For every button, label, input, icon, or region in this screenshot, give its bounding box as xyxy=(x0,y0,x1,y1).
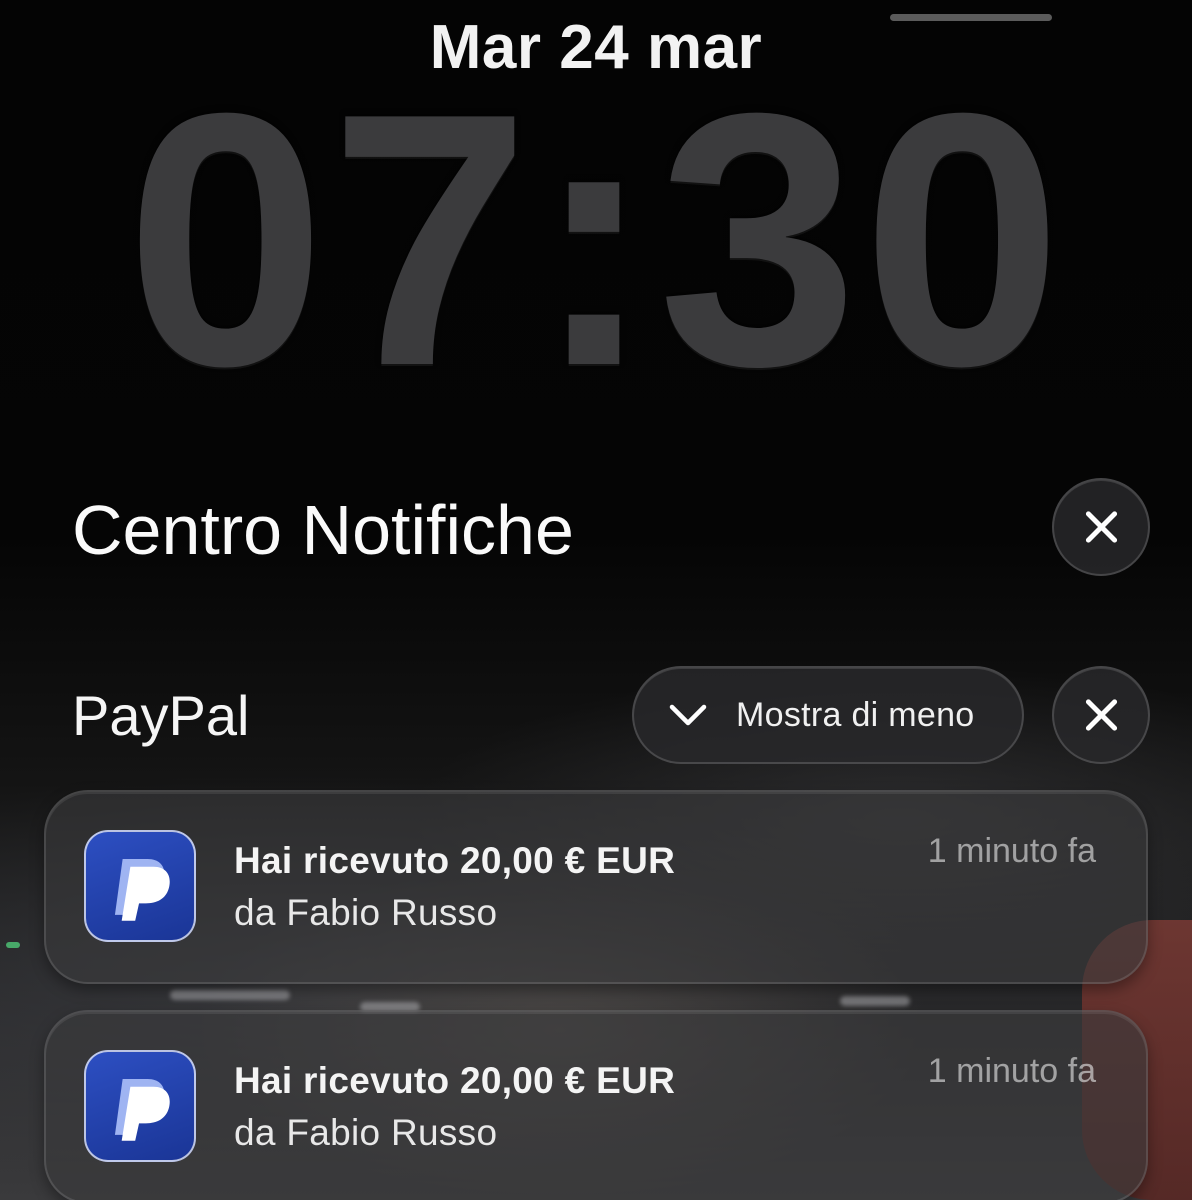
notification-card[interactable]: Hai ricevuto 20,00 € EUR da Fabio Russo … xyxy=(44,1010,1148,1200)
lock-clock: 07:30 xyxy=(125,39,1067,441)
paypal-icon xyxy=(84,830,196,942)
notification-card[interactable]: Hai ricevuto 20,00 € EUR da Fabio Russo … xyxy=(44,790,1148,984)
clear-all-button[interactable] xyxy=(1052,478,1150,576)
paypal-icon xyxy=(84,1050,196,1162)
clear-group-button[interactable] xyxy=(1052,666,1150,764)
close-icon xyxy=(1083,509,1119,545)
close-icon xyxy=(1083,697,1119,733)
show-less-label: Mostra di meno xyxy=(736,695,975,734)
notification-time: 1 minuto fa xyxy=(927,832,1096,870)
notification-time: 1 minuto fa xyxy=(927,1052,1096,1090)
notification-body: da Fabio Russo xyxy=(234,1112,498,1153)
wallpaper-light xyxy=(6,942,20,948)
notification-title: Hai ricevuto 20,00 € EUR xyxy=(234,840,676,881)
show-less-button[interactable]: Mostra di meno xyxy=(632,666,1024,764)
chevron-down-icon xyxy=(669,704,707,726)
wallpaper-light xyxy=(840,996,910,1006)
wallpaper-light xyxy=(170,990,290,1000)
notification-body: da Fabio Russo xyxy=(234,892,498,933)
notification-center-title: Centro Notifiche xyxy=(72,491,574,569)
notification-title: Hai ricevuto 20,00 € EUR xyxy=(234,1060,676,1101)
group-app-name: PayPal xyxy=(72,684,250,747)
